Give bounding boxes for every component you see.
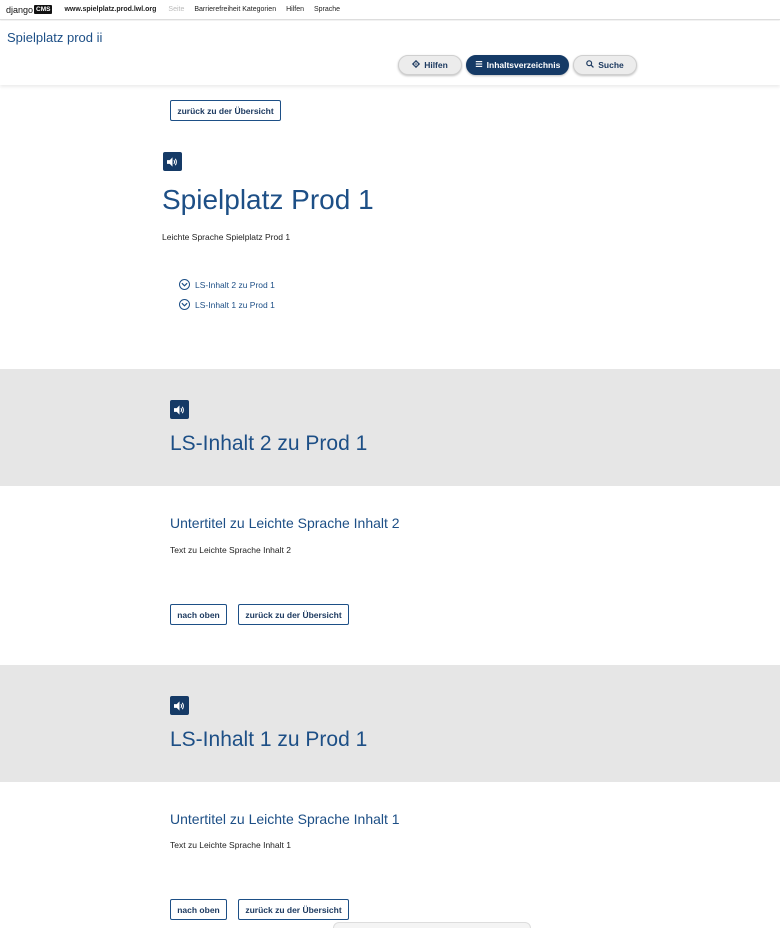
speaker-icon[interactable] (163, 152, 182, 171)
toc-link-inhalt-1[interactable]: LS-Inhalt 1 zu Prod 1 (179, 299, 275, 310)
django-cms-logo[interactable]: django CMS (6, 4, 53, 15)
toolbar-menu-sprache[interactable]: Sprache (314, 6, 340, 13)
section-heading: LS-Inhalt 2 zu Prod 1 (170, 432, 368, 455)
inhaltsverzeichnis-button[interactable]: Inhaltsverzeichnis (466, 55, 569, 75)
section-header-band (0, 665, 780, 782)
search-icon (586, 60, 595, 70)
chevron-down-circle-icon (179, 299, 190, 310)
section-text: Text zu Leichte Sprache Inhalt 2 (170, 545, 291, 555)
section-subheading: Untertitel zu Leichte Sprache Inhalt 2 (170, 515, 400, 531)
suche-label: Suche (598, 60, 624, 70)
site-header: Spielplatz prod ii Hilfen Inhaltsverzeic… (0, 21, 780, 85)
section-heading: LS-Inhalt 1 zu Prod 1 (170, 728, 368, 751)
toolbar-menu-hilfen[interactable]: Hilfen (286, 6, 304, 13)
cms-toolbar: django CMS www.spielplatz.prod.lwl.org S… (0, 0, 780, 20)
toc-link-label: LS-Inhalt 2 zu Prod 1 (195, 279, 275, 290)
section-header-band (0, 369, 780, 486)
back-to-overview-button[interactable]: zurück zu der Übersicht (170, 100, 281, 121)
toolbar-menu-barrierefreiheit[interactable]: Barrierefreiheit Kategorien (194, 6, 276, 13)
inhaltsverzeichnis-label: Inhaltsverzeichnis (486, 60, 561, 70)
toc-link-inhalt-2[interactable]: LS-Inhalt 2 zu Prod 1 (179, 279, 275, 290)
hilfen-button[interactable]: Hilfen (398, 55, 462, 75)
toc-link-label: LS-Inhalt 1 zu Prod 1 (195, 299, 275, 310)
menu-lines-icon (475, 60, 483, 70)
page-subtitle: Leichte Sprache Spielplatz Prod 1 (162, 232, 291, 242)
bottom-overlay-tab[interactable] (333, 922, 531, 928)
hilfen-label: Hilfen (424, 60, 448, 70)
toolbar-menu-seite[interactable]: Seite (168, 6, 184, 13)
section-text: Text zu Leichte Sprache Inhalt 1 (170, 840, 291, 850)
back-to-overview-button[interactable]: zurück zu der Übersicht (238, 604, 349, 625)
logo-text: django (6, 4, 34, 15)
suche-button[interactable]: Suche (573, 55, 637, 75)
back-to-top-button[interactable]: nach oben (170, 604, 227, 625)
gear-icon (412, 60, 421, 70)
toolbar-site-url[interactable]: www.spielplatz.prod.lwl.org (64, 6, 156, 13)
chevron-down-circle-icon (179, 279, 190, 290)
section-subheading: Untertitel zu Leichte Sprache Inhalt 1 (170, 811, 400, 827)
speaker-icon[interactable] (170, 696, 189, 715)
back-to-overview-button[interactable]: zurück zu der Übersicht (238, 899, 349, 920)
back-to-top-button[interactable]: nach oben (170, 899, 227, 920)
speaker-icon[interactable] (170, 400, 189, 419)
page-title: Spielplatz Prod 1 (162, 184, 374, 215)
site-title[interactable]: Spielplatz prod ii (7, 30, 102, 45)
logo-badge: CMS (34, 5, 53, 14)
